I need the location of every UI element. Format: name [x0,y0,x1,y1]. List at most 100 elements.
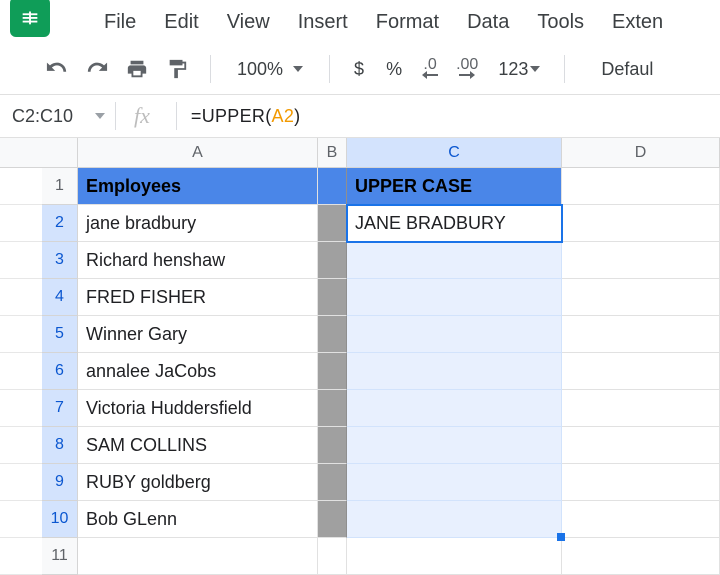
sheets-icon [19,6,41,28]
cell-d4[interactable] [562,279,720,316]
menu-insert[interactable]: Insert [284,5,362,40]
menu-view[interactable]: View [213,5,284,40]
cell-d1[interactable] [562,168,720,205]
zoom-select[interactable]: 100% [227,59,313,80]
formula-cell-ref: A2 [272,106,295,126]
cell-b9[interactable] [318,464,347,501]
cell-d8[interactable] [562,427,720,464]
cell-b1[interactable] [318,168,347,205]
row-header-5[interactable]: 5 [42,316,78,353]
row-header-10[interactable]: 10 [42,501,78,538]
row-header-3[interactable]: 3 [42,242,78,279]
cell-c10[interactable] [347,501,562,538]
cell-c5[interactable] [347,316,562,353]
cell-d3[interactable] [562,242,720,279]
select-all-corner[interactable] [0,138,78,168]
formula-function: =UPPER [191,106,265,126]
row-header-9[interactable]: 9 [42,464,78,501]
cell-a3[interactable]: Richard henshaw [78,242,318,279]
col-header-d[interactable]: D [562,138,720,168]
cell-b4[interactable] [318,279,347,316]
name-box[interactable]: C2:C10 [0,106,115,127]
cell-a5[interactable]: Winner Gary [78,316,318,353]
gutter [0,242,42,279]
cell-c9[interactable] [347,464,562,501]
decrease-decimal-label: .0 [423,59,436,71]
toolbar-separator [564,55,565,83]
cell-c1[interactable]: UPPER CASE [347,168,562,205]
cell-b7[interactable] [318,390,347,427]
cell-a9[interactable]: RUBY goldberg [78,464,318,501]
cell-c4[interactable] [347,279,562,316]
spreadsheet-grid[interactable]: A B C D 1 Employees UPPER CASE 2 jane br… [0,138,720,575]
menu-data[interactable]: Data [453,5,523,40]
cell-b6[interactable] [318,353,347,390]
cell-a8[interactable]: SAM COLLINS [78,427,318,464]
row-header-1[interactable]: 1 [42,168,78,205]
number-format-select[interactable]: 123 [490,59,548,80]
cell-b8[interactable] [318,427,347,464]
cell-a11[interactable] [78,538,318,575]
cell-c7[interactable] [347,390,562,427]
zoom-value: 100% [237,59,283,80]
col-header-c[interactable]: C [347,138,562,168]
row-header-2[interactable]: 2 [42,205,78,242]
cell-a7[interactable]: Victoria Huddersfield [78,390,318,427]
format-currency-button[interactable]: $ [346,59,372,80]
cell-a10[interactable]: Bob GLenn [78,501,318,538]
print-button[interactable] [120,52,154,86]
menu-edit[interactable]: Edit [150,5,212,40]
cell-a6[interactable]: annalee JaCobs [78,353,318,390]
cell-c6[interactable] [347,353,562,390]
cell-d7[interactable] [562,390,720,427]
cell-c3[interactable] [347,242,562,279]
toolbar-separator [210,55,211,83]
cell-d11[interactable] [562,538,720,575]
col-header-b[interactable]: B [318,138,347,168]
gutter [0,353,42,390]
increase-decimal-button[interactable]: .00 [450,52,484,86]
cell-a2[interactable]: jane bradbury [78,205,318,242]
cell-a1[interactable]: Employees [78,168,318,205]
cell-b10[interactable] [318,501,347,538]
decrease-decimal-button[interactable]: .0 [416,52,444,86]
cell-a4[interactable]: FRED FISHER [78,279,318,316]
print-icon [126,58,148,80]
toolbar: 100% $ % .0 .00 123 Defaul [0,44,720,94]
cell-b5[interactable] [318,316,347,353]
undo-button[interactable] [40,52,74,86]
app-logo[interactable] [10,0,50,37]
cell-d6[interactable] [562,353,720,390]
cell-b11[interactable] [318,538,347,575]
redo-button[interactable] [80,52,114,86]
row-header-4[interactable]: 4 [42,279,78,316]
menu-format[interactable]: Format [362,5,453,40]
format-percent-button[interactable]: % [378,59,410,80]
menu-extensions[interactable]: Exten [598,5,677,40]
menu-file[interactable]: File [90,5,150,40]
gutter [0,205,42,242]
col-header-a[interactable]: A [78,138,318,168]
row-header-8[interactable]: 8 [42,427,78,464]
separator [115,102,116,130]
cell-c2[interactable]: JANE BRADBURY [347,205,562,242]
row-header-11[interactable]: 11 [42,538,78,575]
cell-d9[interactable] [562,464,720,501]
cell-c11[interactable] [347,538,562,575]
menu-tools[interactable]: Tools [523,5,598,40]
cell-b3[interactable] [318,242,347,279]
paint-format-button[interactable] [160,52,194,86]
menu-items: File Edit View Insert Format Data Tools … [90,5,677,40]
font-family-select[interactable]: Defaul [581,59,661,80]
gutter [0,427,42,464]
arrow-right-icon [459,71,475,79]
cell-d2[interactable] [562,205,720,242]
cell-c8[interactable] [347,427,562,464]
cell-b2[interactable] [318,205,347,242]
cell-d10[interactable] [562,501,720,538]
formula-input[interactable]: =UPPER(A2) [191,106,301,127]
row-header-6[interactable]: 6 [42,353,78,390]
row-header-7[interactable]: 7 [42,390,78,427]
chevron-down-icon [293,66,303,72]
cell-d5[interactable] [562,316,720,353]
